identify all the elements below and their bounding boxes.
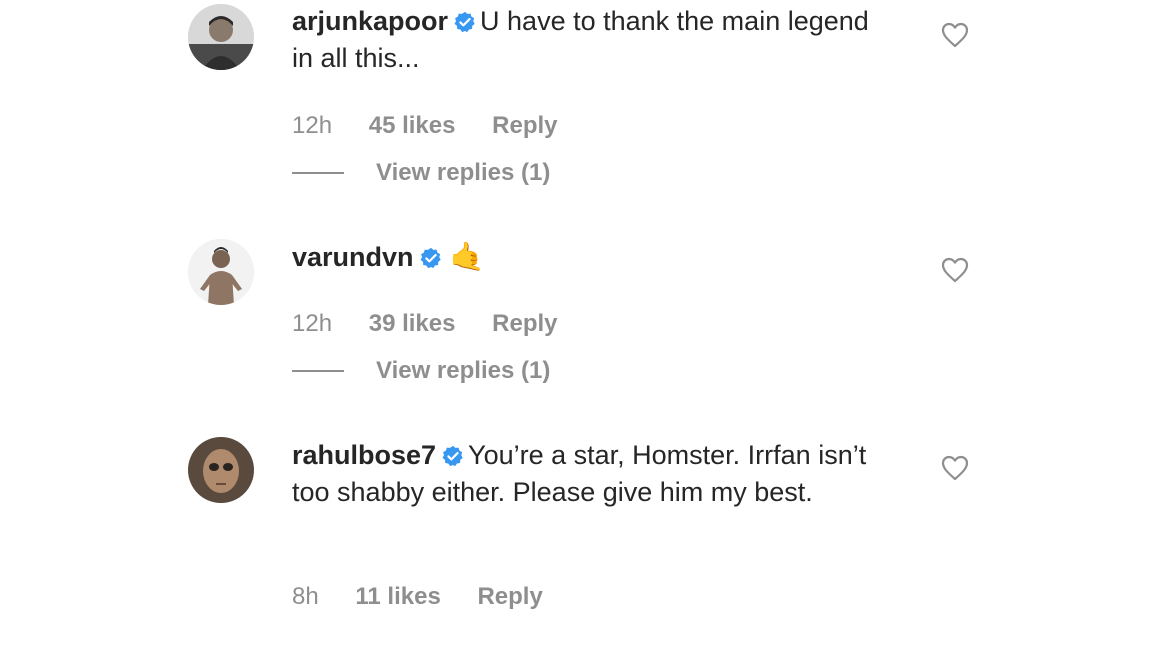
username-link[interactable]: varundvn (292, 242, 414, 272)
verified-badge-icon (420, 247, 442, 269)
avatar-varundvn-image (188, 239, 254, 305)
comment-body: varundvn 🤙 (292, 238, 892, 276)
replies-divider (292, 172, 344, 174)
like-heart-icon[interactable] (941, 257, 969, 283)
avatar-varundvn[interactable] (188, 239, 254, 305)
avatar-arjunkapoor-image (188, 4, 254, 70)
comment-meta: 12h 45 likes Reply (292, 112, 588, 140)
verified-badge-icon (442, 445, 464, 467)
avatar-rahulbose7[interactable] (188, 437, 254, 503)
comment-time: 8h (292, 583, 319, 610)
username-link[interactable]: rahulbose7 (292, 440, 436, 470)
reply-button[interactable]: Reply (492, 310, 557, 337)
comment-meta: 8h 11 likes Reply (292, 583, 573, 611)
view-replies-label: View replies (1) (376, 357, 551, 384)
likes-count[interactable]: 11 likes (355, 583, 440, 610)
likes-count[interactable]: 39 likes (369, 310, 456, 337)
comment-body: rahulbose7 You’re a star, Homster. Irrfan… (292, 437, 892, 511)
view-replies-button[interactable]: View replies (1) (292, 159, 550, 187)
comment-body: arjunkapoor U have to thank the main lege… (292, 3, 892, 77)
comment-time: 12h (292, 112, 333, 139)
replies-divider (292, 370, 344, 372)
reply-button[interactable]: Reply (477, 583, 542, 610)
username-link[interactable]: arjunkapoor (292, 6, 448, 36)
call-me-hand-emoji: 🤙 (449, 241, 485, 272)
view-replies-button[interactable]: View replies (1) (292, 357, 550, 385)
comment-meta: 12h 39 likes Reply (292, 310, 588, 338)
view-replies-label: View replies (1) (376, 159, 551, 186)
avatar-arjunkapoor[interactable] (188, 4, 254, 70)
likes-count[interactable]: 45 likes (369, 112, 456, 139)
comment-time: 12h (292, 310, 333, 337)
like-heart-icon[interactable] (941, 22, 969, 48)
like-heart-icon[interactable] (941, 455, 969, 481)
avatar-rahulbose7-image (188, 437, 254, 503)
verified-badge-icon (454, 11, 476, 33)
reply-button[interactable]: Reply (492, 112, 557, 139)
